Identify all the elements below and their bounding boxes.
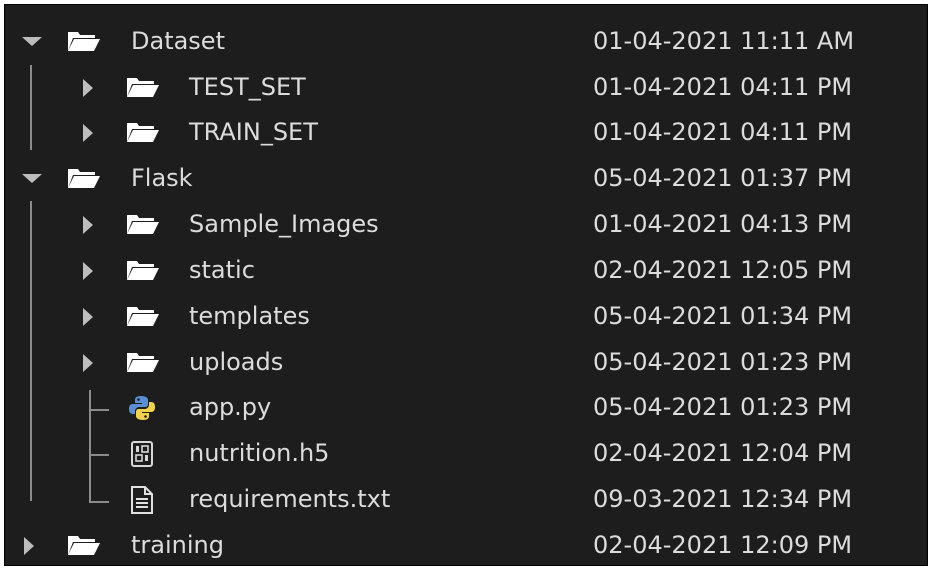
- tree-row-training[interactable]: training 02-04-2021 12:09 PM: [5, 523, 927, 565]
- folder-open-icon: [127, 78, 159, 97]
- tree-item-label: requirements.txt: [189, 485, 391, 513]
- folder-open-icon: [127, 353, 159, 372]
- modified-date: 01-04-2021 04:13 PM: [593, 210, 853, 238]
- modified-date: 05-04-2021 01:23 PM: [593, 393, 853, 421]
- tree-row-templates[interactable]: templates 05-04-2021 01:34 PM: [5, 294, 927, 339]
- tree-item-label: Sample_Images: [189, 210, 379, 238]
- modified-date: 05-04-2021 01:34 PM: [593, 302, 853, 330]
- modified-date: 01-04-2021 04:11 PM: [593, 73, 853, 101]
- text-file-icon: [131, 486, 153, 514]
- tree-item-label: app.py: [189, 393, 272, 421]
- folder-open-icon: [68, 536, 100, 555]
- collapse-arrow-icon[interactable]: [83, 262, 93, 280]
- modified-date: 01-04-2021 04:11 PM: [593, 118, 853, 146]
- python-file-icon: [129, 396, 155, 420]
- tree-row-test-set[interactable]: TEST_SET 01-04-2021 04:11 PM: [5, 65, 927, 110]
- modified-date: 02-04-2021 12:04 PM: [593, 439, 853, 467]
- modified-date: 05-04-2021 01:23 PM: [593, 348, 853, 376]
- collapse-arrow-icon[interactable]: [83, 79, 93, 97]
- folder-open-icon: [68, 32, 100, 51]
- tree-item-label: Dataset: [131, 27, 225, 55]
- collapse-arrow-icon[interactable]: [83, 354, 93, 372]
- expand-arrow-icon[interactable]: [22, 37, 42, 46]
- tree-row-flask[interactable]: Flask 05-04-2021 01:37 PM: [5, 156, 927, 201]
- tree-row-uploads[interactable]: uploads 05-04-2021 01:23 PM: [5, 340, 927, 385]
- folder-open-icon: [127, 215, 159, 234]
- tree-row-requirements-txt[interactable]: requirements.txt 09-03-2021 12:34 PM: [5, 477, 927, 522]
- modified-date: 02-04-2021 12:05 PM: [593, 256, 853, 284]
- collapse-arrow-icon[interactable]: [24, 537, 34, 555]
- tree-item-label: static: [189, 256, 255, 284]
- folder-open-icon: [68, 169, 100, 188]
- tree-row-app-py[interactable]: app.py 05-04-2021 01:23 PM: [5, 385, 927, 430]
- tree-item-label: nutrition.h5: [189, 439, 330, 467]
- modified-date: 05-04-2021 01:37 PM: [593, 164, 853, 192]
- file-explorer-tree: Dataset 01-04-2021 11:11 AM TEST_SET 01-…: [4, 4, 928, 566]
- folder-open-icon: [127, 123, 159, 142]
- folder-open-icon: [127, 307, 159, 326]
- folder-open-icon: [127, 261, 159, 280]
- modified-date: 01-04-2021 11:11 AM: [593, 27, 855, 55]
- tree-row-nutrition-h5[interactable]: nutrition.h5 02-04-2021 12:04 PM: [5, 431, 927, 476]
- binary-file-icon: [131, 441, 153, 467]
- collapse-arrow-icon[interactable]: [83, 216, 93, 234]
- tree-item-label: Flask: [131, 164, 193, 192]
- tree-row-train-set[interactable]: TRAIN_SET 01-04-2021 04:11 PM: [5, 110, 927, 155]
- tree-row-dataset[interactable]: Dataset 01-04-2021 11:11 AM: [5, 19, 927, 64]
- tree-item-label: uploads: [189, 348, 284, 376]
- tree-item-label: training: [131, 531, 224, 559]
- tree-row-sample-images[interactable]: Sample_Images 01-04-2021 04:13 PM: [5, 202, 927, 247]
- tree-row-static[interactable]: static 02-04-2021 12:05 PM: [5, 248, 927, 293]
- tree-item-label: TEST_SET: [189, 73, 306, 101]
- collapse-arrow-icon[interactable]: [83, 308, 93, 326]
- collapse-arrow-icon[interactable]: [83, 124, 93, 142]
- modified-date: 09-03-2021 12:34 PM: [593, 485, 853, 513]
- tree-item-label: TRAIN_SET: [189, 118, 318, 146]
- tree-item-label: templates: [189, 302, 310, 330]
- expand-arrow-icon[interactable]: [22, 174, 42, 183]
- modified-date: 02-04-2021 12:09 PM: [593, 531, 853, 559]
